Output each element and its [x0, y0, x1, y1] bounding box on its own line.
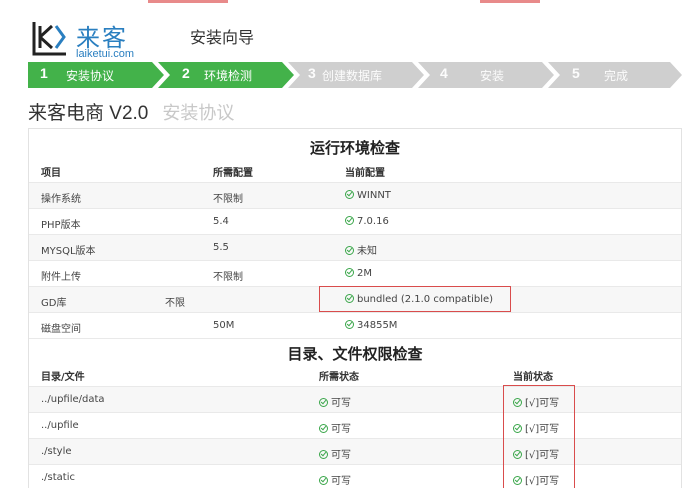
env-required: 不限 [165, 298, 185, 309]
step-5-finish[interactable]: 5 完成 [548, 62, 682, 88]
check-circle-icon [345, 216, 354, 225]
page-heading: 来客电商 V2.0 安装协议 [28, 98, 234, 125]
step-label: 环境检测 [204, 69, 253, 83]
env-item: 操作系统 [41, 194, 81, 205]
step-number: 3 [308, 65, 316, 81]
check-circle-icon [319, 476, 328, 485]
col-path: 目录/文件 [41, 372, 85, 383]
check-circle-icon [345, 246, 354, 255]
perm-table-header: 目录/文件 所需状态 当前状态 [29, 361, 681, 387]
table-row: ../upfile/data 可写 [√]可写 [29, 387, 681, 413]
env-required: 50M [213, 320, 235, 331]
step-number: 2 [182, 65, 190, 81]
perm-required: 可写 [319, 446, 351, 461]
env-required: 5.5 [213, 242, 229, 253]
env-item: 附件上传 [41, 272, 81, 283]
col-required-state: 所需状态 [319, 372, 359, 383]
env-item: 磁盘空间 [41, 324, 81, 335]
env-current: 未知 [345, 242, 377, 257]
step-3-create-db[interactable]: 3 创建数据库 [288, 62, 424, 88]
col-current: 当前配置 [345, 168, 385, 179]
step-4-install[interactable]: 4 安装 [418, 62, 554, 88]
table-row: 磁盘空间 50M 34855M [29, 313, 681, 339]
highlight-box-gd [319, 286, 511, 312]
table-row: ../upfile 可写 [√]可写 [29, 413, 681, 439]
step-2-env-check[interactable]: 2 环境检测 [158, 62, 294, 88]
install-steps: 1 安装协议 2 环境检测 3 创建数据库 4 安装 5 完成 [28, 62, 682, 88]
logo-mark-icon [32, 22, 66, 56]
check-circle-icon [319, 424, 328, 433]
table-row: PHP版本 5.4 7.0.16 [29, 209, 681, 235]
step-number: 4 [440, 65, 448, 81]
perm-required: 可写 [319, 472, 351, 487]
perm-path: ../upfile [41, 420, 79, 431]
perm-path: ./style [41, 446, 72, 457]
page-title: 来客电商 V2.0 [28, 103, 149, 124]
perm-required: 可写 [319, 420, 351, 435]
wizard-title: 安装向导 [190, 28, 255, 47]
env-current: WINNT [345, 190, 391, 201]
step-label: 创建数据库 [322, 69, 383, 83]
top-strip [0, 0, 697, 12]
perm-path: ../upfile/data [41, 394, 105, 405]
step-number: 5 [572, 65, 580, 81]
col-current-state: 当前状态 [513, 372, 553, 383]
env-current: 34855M [345, 320, 397, 331]
check-panel: 运行环境检查 项目 所需配置 当前配置 操作系统 不限制 WINNT PHP版本… [28, 128, 682, 488]
check-circle-icon [319, 450, 328, 459]
highlight-box-permissions [503, 385, 575, 488]
env-table-header: 项目 所需配置 当前配置 [29, 157, 681, 183]
step-label: 完成 [604, 69, 629, 83]
laiketui-logo[interactable]: 来客 laiketui.com [30, 16, 150, 60]
check-circle-icon [319, 398, 328, 407]
step-label: 安装 [480, 69, 505, 83]
env-item: PHP版本 [41, 220, 81, 231]
perm-required: 可写 [319, 394, 351, 409]
check-circle-icon [345, 268, 354, 277]
env-required: 不限制 [213, 194, 243, 205]
col-item: 项目 [41, 168, 61, 179]
table-row: ./style 可写 [√]可写 [29, 439, 681, 465]
env-item: GD库 [41, 298, 67, 309]
table-row: 操作系统 不限制 WINNT [29, 183, 681, 209]
step-label: 安装协议 [66, 69, 115, 83]
check-circle-icon [345, 320, 354, 329]
page-subtitle: 安装协议 [162, 103, 235, 123]
step-number: 1 [40, 65, 48, 81]
step-1-license[interactable]: 1 安装协议 [28, 62, 164, 88]
table-row: MYSQL版本 5.5 未知 [29, 235, 681, 261]
top-accent-mark [480, 0, 540, 3]
col-required: 所需配置 [213, 168, 253, 179]
env-check-title: 运行环境检查 [309, 139, 400, 157]
env-current: 7.0.16 [345, 216, 389, 227]
perm-path: ./static [41, 472, 76, 483]
top-accent-mark [148, 0, 228, 3]
table-row: 附件上传 不限制 2M [29, 261, 681, 287]
env-item: MYSQL版本 [41, 246, 96, 257]
logo-domain-text: laiketui.com [76, 48, 135, 60]
check-circle-icon [345, 190, 354, 199]
env-current: 2M [345, 268, 372, 279]
env-required: 不限制 [213, 272, 243, 283]
env-required: 5.4 [213, 216, 229, 227]
table-row: ./static 可写 [√]可写 [29, 465, 681, 488]
